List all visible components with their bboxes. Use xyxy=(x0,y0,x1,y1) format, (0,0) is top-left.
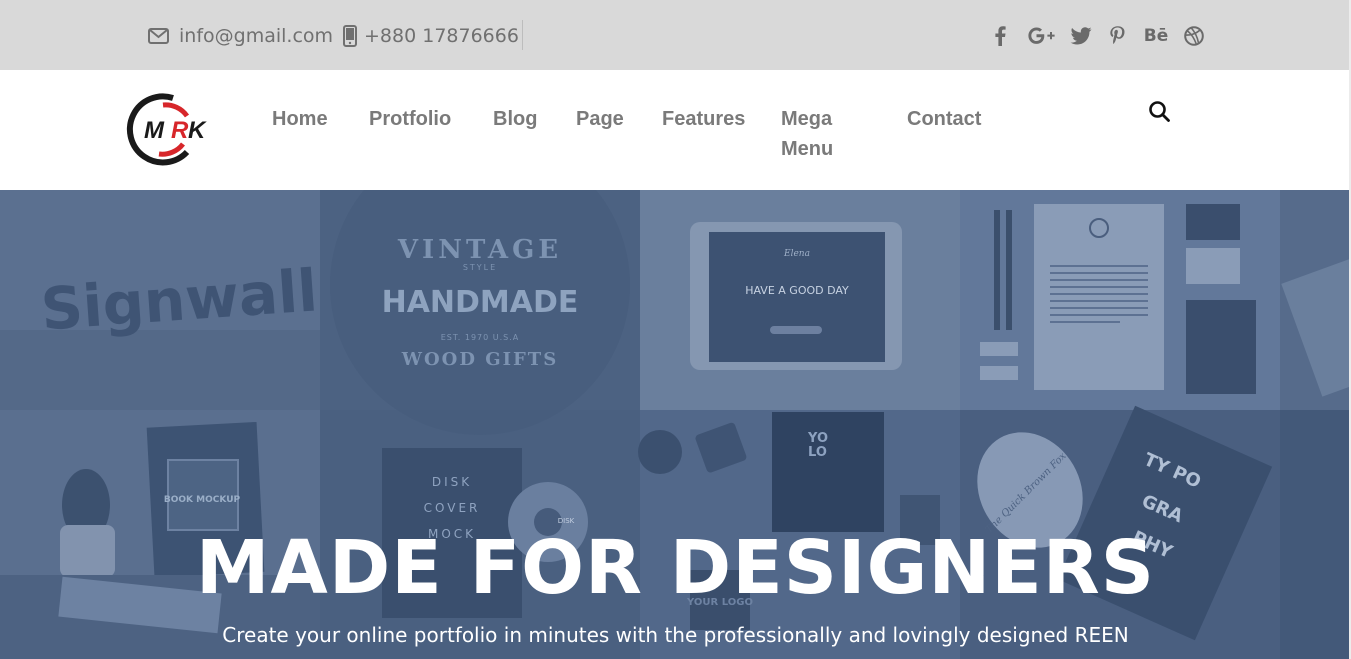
pinterest-icon[interactable] xyxy=(1106,22,1128,50)
vintage-text: VINTAGE xyxy=(397,235,562,265)
contact-email[interactable]: info@gmail.com xyxy=(148,22,333,50)
nav-home[interactable]: Home xyxy=(272,104,328,134)
site-logo[interactable]: M R K xyxy=(121,92,233,168)
disk-label-text: DISK xyxy=(558,517,575,525)
twitter-icon[interactable] xyxy=(1068,22,1094,50)
svg-text:M: M xyxy=(144,117,165,144)
nav-blog[interactable]: Blog xyxy=(493,104,537,134)
wood-gifts-text: WOOD GIFTS xyxy=(401,349,558,370)
top-bar: info@gmail.com +880 17876666 Bē xyxy=(0,0,1351,70)
hero-section: Signwall VINTAGE STYLE HANDMADE EST. 197… xyxy=(0,190,1351,659)
svg-text:R: R xyxy=(171,117,189,144)
contact-phone[interactable]: +880 17876666 xyxy=(343,22,519,50)
nav-features[interactable]: Features xyxy=(662,104,745,134)
dribbble-icon[interactable] xyxy=(1182,22,1206,50)
site-header: M R K Home Protfolio Blog Page Features … xyxy=(0,70,1351,190)
svg-text:K: K xyxy=(188,117,207,144)
phone-text: +880 17876666 xyxy=(364,25,519,47)
social-links: Bē xyxy=(988,22,1206,50)
search-icon[interactable] xyxy=(1148,100,1172,124)
email-text: info@gmail.com xyxy=(179,25,334,47)
envelope-icon xyxy=(148,28,169,44)
est-text: EST. 1970 U.S.A xyxy=(441,333,520,342)
handmade-text: HANDMADE xyxy=(382,285,579,320)
svg-text:LO: LO xyxy=(808,445,827,460)
topbar-divider xyxy=(522,20,523,50)
nav-contact[interactable]: Contact xyxy=(907,104,981,134)
mobile-phone-icon xyxy=(343,25,357,47)
cover-text: COVER xyxy=(424,501,481,515)
nav-mega-menu[interactable]: Mega Menu xyxy=(781,104,861,164)
behance-icon[interactable]: Bē xyxy=(1142,22,1170,50)
style-text: STYLE xyxy=(463,263,497,272)
tablet-brand-text: Elena xyxy=(783,249,810,259)
google-plus-icon[interactable] xyxy=(1026,22,1056,50)
your-logo-short-text: YO xyxy=(807,431,828,446)
hero-title: MADE FOR DESIGNERS xyxy=(195,525,1156,611)
nav-portfolio[interactable]: Protfolio xyxy=(369,104,451,134)
book-mockup-text: BOOK MOCKUP xyxy=(164,495,241,505)
facebook-icon[interactable] xyxy=(988,22,1012,50)
disk-text: DISK xyxy=(432,475,472,489)
hero-subtitle: Create your online portfolio in minutes … xyxy=(222,623,1129,647)
nav-page[interactable]: Page xyxy=(576,104,624,134)
tablet-headline-text: HAVE A GOOD DAY xyxy=(745,284,849,297)
